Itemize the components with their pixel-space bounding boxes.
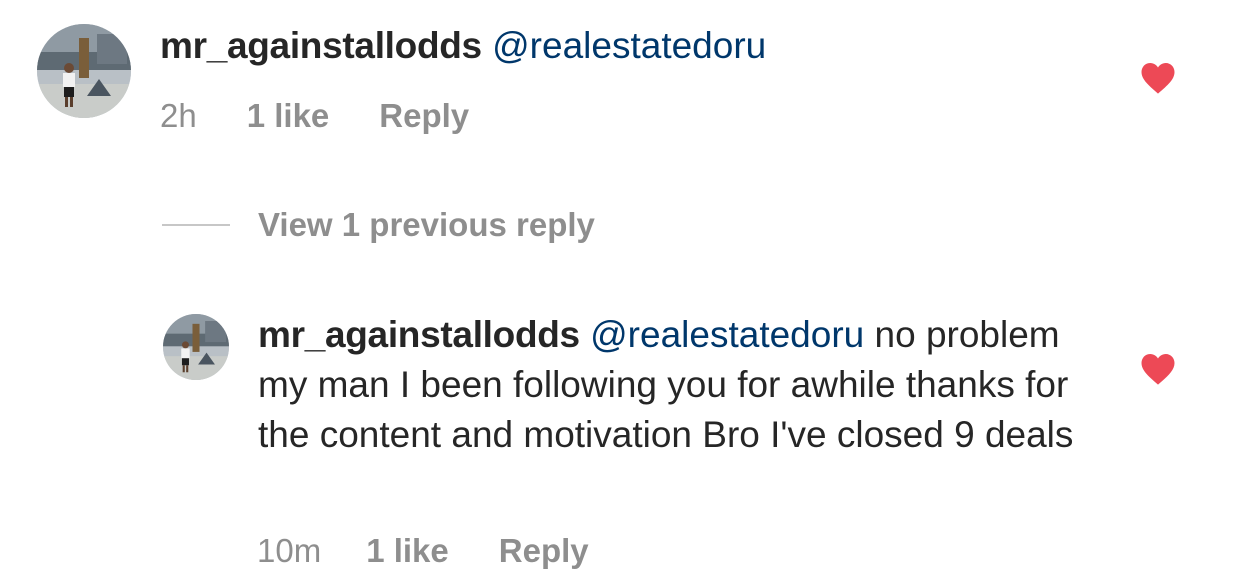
comment-mention[interactable]: @realestatedoru <box>590 314 864 355</box>
comment-like-count[interactable]: 1 like <box>366 531 449 571</box>
comment-timestamp: 2h <box>160 97 197 134</box>
avatar[interactable] <box>163 314 229 380</box>
comment-mention[interactable]: @realestatedoru <box>492 25 766 66</box>
comment-username[interactable]: mr_againstallodds <box>160 25 482 66</box>
view-replies-label: View 1 previous reply <box>258 206 595 243</box>
view-previous-replies-button[interactable]: View 1 previous reply <box>162 205 595 245</box>
reply-button[interactable]: Reply <box>379 96 469 136</box>
reply-button[interactable]: Reply <box>499 531 589 571</box>
comment-like-count[interactable]: 1 like <box>247 96 330 136</box>
comment-body: mr_againstallodds @realestatedoru <box>160 21 1120 71</box>
comment-timestamp: 10m <box>257 532 322 569</box>
comment-body: mr_againstallodds @realestatedoru no pro… <box>258 310 1098 460</box>
heart-shape <box>1141 354 1175 385</box>
heart-shape <box>1141 63 1175 94</box>
comment-meta: 2h 1 like Reply <box>160 96 469 136</box>
comment-meta: 10m 1 like Reply <box>257 531 589 571</box>
avatar-photo <box>37 24 131 118</box>
comment-username[interactable]: mr_againstallodds <box>258 314 580 355</box>
heart-icon[interactable] <box>1140 352 1176 386</box>
avatar[interactable] <box>37 24 131 118</box>
avatar-photo <box>163 314 229 380</box>
heart-icon[interactable] <box>1140 61 1176 95</box>
thread-divider-line <box>162 224 230 226</box>
